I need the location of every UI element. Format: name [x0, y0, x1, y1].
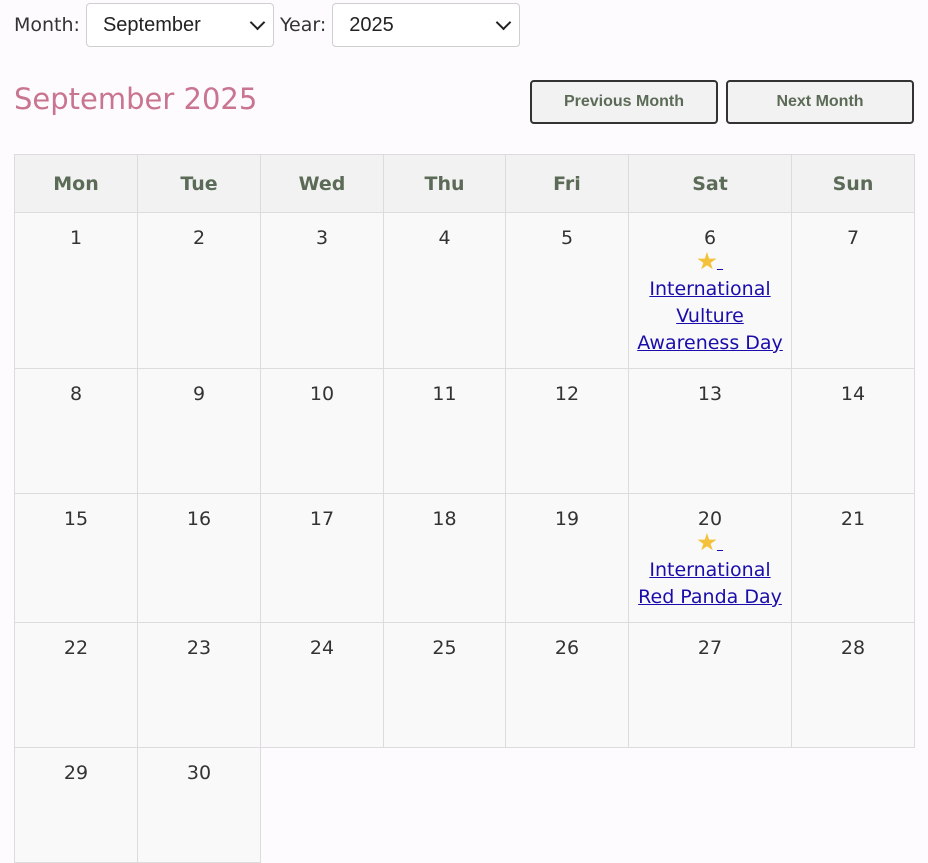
day-number: 4 [438, 227, 451, 249]
weekday-header: Tue [137, 154, 261, 213]
date-controls: Month: September Year: 2025 [14, 2, 526, 48]
day-cell[interactable]: 29 [14, 747, 138, 863]
day-number: 14 [840, 383, 866, 405]
event-link[interactable]: International Red Panda Day [629, 530, 791, 611]
day-number: 26 [554, 637, 580, 659]
day-number: 25 [432, 637, 457, 659]
day-number: 7 [846, 227, 860, 249]
day-number: 17 [309, 508, 335, 530]
chevron-down-icon [495, 14, 512, 30]
day-number: 28 [840, 637, 866, 659]
day-number: 8 [69, 383, 83, 405]
day-number: 10 [309, 383, 335, 405]
day-number: 23 [186, 637, 212, 659]
day-cell[interactable]: 17 [260, 493, 384, 623]
day-number: 21 [840, 508, 866, 530]
day-number: 12 [554, 383, 580, 405]
event-title: International Vulture Awareness Day [637, 278, 783, 354]
week-row: 22 23 24 25 26 27 28 [14, 622, 915, 748]
month-select-value: September [102, 13, 201, 36]
weekday-header: Fri [505, 154, 629, 213]
day-number: 6 [703, 227, 717, 249]
day-cell[interactable]: 15 [14, 493, 138, 623]
day-number: 29 [63, 762, 89, 784]
day-number: 1 [69, 227, 83, 249]
day-cell[interactable]: 11 [383, 368, 506, 494]
weekday-header: Thu [383, 154, 506, 213]
day-number: 20 [697, 508, 723, 530]
day-number: 27 [697, 637, 723, 659]
week-row: 1 2 3 4 5 6 International Vulture Awareness D… [14, 212, 915, 369]
day-cell[interactable]: 23 [137, 622, 261, 748]
week-row: 8 9 10 11 12 13 14 [14, 368, 915, 494]
month-label: Month: [14, 14, 80, 36]
day-cell[interactable]: 30 [137, 747, 261, 863]
day-cell[interactable]: 18 [383, 493, 506, 623]
day-cell[interactable]: 5 [505, 212, 629, 369]
calendar-grid: Mon Tue Wed Thu Fri Sat Sun 123456 Inter… [14, 154, 915, 863]
day-cell[interactable]: 25 [383, 622, 506, 748]
day-number: 11 [432, 383, 457, 405]
empty-day-cell [791, 747, 915, 863]
empty-day-cell [383, 747, 506, 863]
weekday-header: Mon [14, 154, 138, 213]
day-number: 5 [560, 227, 574, 249]
day-cell[interactable]: 6 International Vulture Awareness Day [628, 212, 792, 369]
day-number: 9 [192, 383, 206, 405]
day-number: 15 [63, 508, 89, 530]
next-month-button[interactable]: Next Month [726, 80, 914, 124]
day-cell[interactable]: 21 [791, 493, 915, 623]
weekday-header-row: Mon Tue Wed Thu Fri Sat Sun [14, 154, 915, 213]
day-number: 3 [315, 227, 329, 249]
day-cell[interactable]: 7 [791, 212, 915, 369]
day-number: 16 [186, 508, 212, 530]
day-cell[interactable]: 1 [14, 212, 138, 369]
empty-day-cell [505, 747, 629, 863]
day-cell[interactable]: 8 [14, 368, 138, 494]
star-icon [697, 252, 717, 270]
event-link[interactable]: International Vulture Awareness Day [629, 249, 791, 357]
day-cell[interactable]: 10 [260, 368, 384, 494]
day-cell[interactable]: 12 [505, 368, 629, 494]
calendar-title: September 2025 [14, 82, 258, 116]
year-select-value: 2025 [349, 13, 394, 36]
day-cell[interactable]: 24 [260, 622, 384, 748]
weekday-header: Sat [628, 154, 792, 213]
day-number: 2 [192, 227, 206, 249]
weekday-header: Wed [260, 154, 384, 213]
day-cell[interactable]: 2 [137, 212, 261, 369]
empty-day-cell [628, 747, 792, 863]
day-number: 19 [554, 508, 580, 530]
day-number: 13 [697, 383, 723, 405]
week-row: 15 16 17 18 19 20 International Red Panda Day… [14, 493, 915, 623]
star-icon [697, 533, 717, 551]
day-cell[interactable]: 13 [628, 368, 792, 494]
day-cell[interactable]: 20 International Red Panda Day [628, 493, 792, 623]
chevron-down-icon [249, 14, 266, 30]
day-cell[interactable]: 19 [505, 493, 629, 623]
day-cell[interactable]: 4 [383, 212, 506, 369]
empty-day-cell [260, 747, 384, 863]
year-label: Year: [279, 14, 327, 36]
day-cell[interactable]: 3 [260, 212, 384, 369]
day-cell[interactable]: 22 [14, 622, 138, 748]
previous-month-button[interactable]: Previous Month [530, 80, 718, 124]
day-cell[interactable]: 26 [505, 622, 629, 748]
week-row: 29 30 [14, 747, 915, 863]
day-number: 18 [432, 508, 457, 530]
day-number: 22 [63, 637, 89, 659]
month-select[interactable]: September [85, 3, 274, 47]
day-cell[interactable]: 16 [137, 493, 261, 623]
event-title: International Red Panda Day [638, 559, 782, 608]
weekday-header: Sun [791, 154, 915, 213]
day-cell[interactable]: 9 [137, 368, 261, 494]
day-cell[interactable]: 14 [791, 368, 915, 494]
day-cell[interactable]: 28 [791, 622, 915, 748]
year-select[interactable]: 2025 [332, 3, 521, 47]
day-cell[interactable]: 27 [628, 622, 792, 748]
day-number: 30 [186, 762, 212, 784]
day-number: 24 [309, 637, 335, 659]
